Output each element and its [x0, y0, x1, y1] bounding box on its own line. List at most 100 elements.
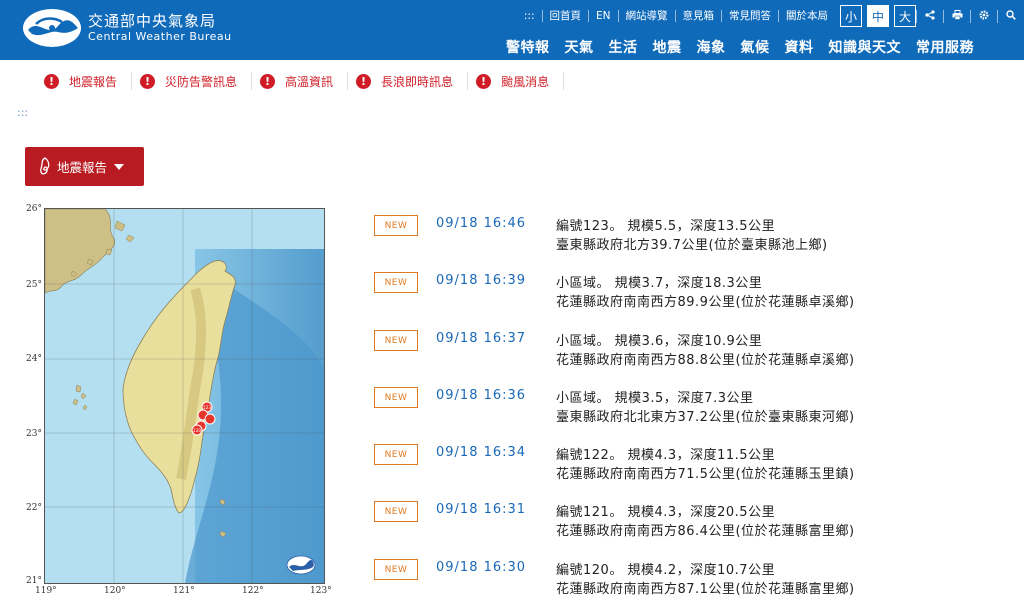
alert-label: 地震報告	[69, 74, 118, 89]
report-time[interactable]: 09/18 16:31	[436, 502, 526, 517]
alert-exclamation-icon: !	[140, 73, 156, 89]
nav-warnings[interactable]: 警特報	[506, 37, 550, 57]
alert-long-wave[interactable]: ! 長浪即時訊息	[348, 72, 469, 90]
new-badge: NEW	[374, 386, 418, 408]
earthquake-report-list: NEW 09/18 16:46 編號123。 規模5.5，深度13.5公里 臺東…	[374, 212, 1014, 613]
alert-bar: ! 地震報告 ! 災防告警訊息 ! 高溫資訊 ! 長浪即時訊息 ! 颱風消息	[36, 70, 565, 92]
lat-tick: 23°	[26, 429, 42, 439]
alert-typhoon[interactable]: ! 颱風消息	[468, 72, 565, 90]
new-badge: NEW	[374, 329, 418, 351]
report-magnitude[interactable]: 小區域。 規模3.6，深度10.9公里	[556, 330, 762, 349]
report-magnitude[interactable]: 小區域。 規模3.7，深度18.3公里	[556, 272, 762, 291]
lon-tick: 121°	[173, 586, 195, 596]
report-magnitude[interactable]: 編號121。 規模4.3，深度20.5公里	[556, 501, 775, 520]
report-magnitude[interactable]: 編號123。 規模5.5，深度13.5公里	[556, 215, 775, 234]
lon-tick: 123°	[310, 586, 332, 596]
report-location[interactable]: 臺東縣政府北方39.7公里(位於臺東縣池上鄉)	[556, 234, 828, 253]
lat-tick: 25°	[26, 280, 42, 290]
list-item[interactable]: NEW 09/18 16:46 編號123。 規模5.5，深度13.5公里 臺東…	[374, 212, 1014, 269]
new-badge: NEW	[374, 272, 418, 294]
font-size-medium-button[interactable]: 中	[867, 5, 889, 27]
nav-earthquake[interactable]: 地震	[653, 37, 682, 57]
report-magnitude[interactable]: 小區域。 規模3.5，深度7.3公里	[556, 387, 753, 406]
report-location[interactable]: 花蓮縣政府南南西方71.5公里(位於花蓮縣玉里鎮)	[556, 463, 855, 482]
utility-sitemap-link[interactable]: 網站導覽	[617, 10, 675, 22]
section-label: 地震報告	[57, 160, 108, 175]
report-time[interactable]: 09/18 16:46	[436, 216, 526, 231]
list-item[interactable]: NEW 09/18 16:36 小區域。 規模3.5，深度7.3公里 臺東縣政府…	[374, 384, 1014, 441]
search-icon[interactable]	[997, 9, 1024, 23]
utility-faq-link[interactable]: 常見問答	[721, 10, 778, 22]
report-time[interactable]: 09/18 16:39	[436, 273, 526, 288]
lon-tick: 122°	[242, 586, 264, 596]
alert-disaster-warning[interactable]: ! 災防告警訊息	[132, 72, 253, 90]
list-item[interactable]: NEW 09/18 16:31 編號121。 規模4.3，深度20.5公里 花蓮…	[374, 498, 1014, 555]
list-item[interactable]: NEW 09/18 16:34 編號122。 規模4.3，深度11.5公里 花蓮…	[374, 441, 1014, 498]
lat-tick: 21°	[26, 576, 42, 586]
alert-high-temperature[interactable]: ! 高溫資訊	[252, 72, 349, 90]
alert-label: 高溫資訊	[285, 74, 334, 89]
new-badge: NEW	[374, 215, 418, 236]
list-item[interactable]: NEW 09/18 16:30 編號120。 規模4.2，深度10.7公里 花蓮…	[374, 556, 1014, 613]
earthquake-map[interactable]: 26° 25° 24° 23° 22° 21° 119° 120° 121° 1…	[24, 202, 344, 612]
new-badge: NEW	[374, 501, 418, 523]
main-nav: 警特報 天氣 生活 地震 海象 氣候 資料 知識與天文 常用服務	[491, 37, 974, 57]
report-time[interactable]: 09/18 16:37	[436, 331, 526, 346]
report-location[interactable]: 花蓮縣政府南南西方87.1公里(位於花蓮縣富里鄉)	[556, 578, 855, 597]
marker-label: 123	[203, 405, 212, 411]
report-location[interactable]: 花蓮縣政府南南西方88.8公里(位於花蓮縣卓溪鄉)	[556, 349, 855, 368]
list-item[interactable]: NEW 09/18 16:37 小區域。 規模3.6，深度10.9公里 花蓮縣政…	[374, 327, 1014, 384]
gear-icon[interactable]	[970, 9, 997, 23]
alert-label: 長浪即時訊息	[381, 74, 454, 89]
chevron-down-icon	[114, 163, 125, 170]
font-size-large-button[interactable]: 大	[894, 5, 916, 27]
cwb-watermark-icon	[286, 555, 316, 575]
alert-earthquake-report[interactable]: ! 地震報告	[36, 72, 133, 90]
lon-tick: 120°	[104, 586, 126, 596]
section-dropdown-button[interactable]: 地震報告	[25, 147, 144, 186]
nav-life[interactable]: 生活	[609, 37, 638, 57]
lon-tick: 119°	[35, 586, 57, 596]
report-location[interactable]: 花蓮縣政府南南西方89.9公里(位於花蓮縣卓溪鄉)	[556, 291, 855, 310]
site-header: 交通部中央氣象局 Central Weather Bureau ::: 回首頁 …	[0, 0, 1024, 60]
font-size-small-button[interactable]: 小	[840, 5, 862, 27]
share-icon[interactable]	[916, 9, 943, 23]
nav-climate[interactable]: 氣候	[741, 37, 770, 57]
alert-label: 災防告警訊息	[165, 74, 238, 89]
list-item[interactable]: NEW 09/18 16:39 小區域。 規模3.7，深度18.3公里 花蓮縣政…	[374, 269, 1014, 326]
brand-name-en[interactable]: Central Weather Bureau	[88, 30, 232, 43]
new-badge: NEW	[374, 444, 418, 466]
alert-exclamation-icon: !	[356, 73, 372, 89]
lat-tick: 22°	[26, 503, 42, 513]
utility-home-link[interactable]: 回首頁	[541, 10, 589, 22]
alert-exclamation-icon: !	[44, 73, 59, 89]
utility-about-link[interactable]: 關於本局	[778, 10, 835, 22]
lat-tick: 24°	[26, 354, 42, 364]
nav-marine[interactable]: 海象	[697, 37, 726, 57]
report-location[interactable]: 臺東縣政府北北東方37.2公里(位於臺東縣東河鄉)	[556, 406, 855, 425]
nav-services[interactable]: 常用服務	[916, 37, 974, 57]
report-time[interactable]: 09/18 16:30	[436, 560, 526, 575]
nav-knowledge-astronomy[interactable]: 知識與天文	[829, 37, 902, 57]
utility-feedback-link[interactable]: 意見箱	[674, 10, 722, 22]
utility-accesskey[interactable]: :::	[517, 10, 542, 22]
alert-exclamation-icon: !	[476, 73, 492, 89]
report-location[interactable]: 花蓮縣政府南南西方86.4公里(位於花蓮縣富里鄉)	[556, 520, 855, 539]
report-time[interactable]: 09/18 16:36	[436, 388, 526, 403]
report-magnitude[interactable]: 編號122。 規模4.3，深度11.5公里	[556, 444, 775, 463]
nav-weather[interactable]: 天氣	[565, 37, 594, 57]
utility-english-link[interactable]: EN	[588, 10, 618, 22]
utility-bar: ::: 回首頁 EN 網站導覽 意見箱 常見問答 關於本局 小 中 大	[517, 4, 1024, 28]
nav-data[interactable]: 資料	[785, 37, 814, 57]
content-accesskey[interactable]: :::	[17, 106, 28, 119]
lat-tick: 26°	[26, 204, 42, 214]
brand-name-zh[interactable]: 交通部中央氣象局	[88, 10, 216, 31]
cwb-logo-icon[interactable]	[22, 8, 82, 48]
report-time[interactable]: 09/18 16:34	[436, 445, 526, 460]
report-magnitude[interactable]: 編號120。 規模4.2，深度10.7公里	[556, 559, 775, 578]
marker-label: 120	[193, 428, 202, 434]
map-frame: 123 120	[44, 208, 325, 584]
print-icon[interactable]	[943, 9, 970, 23]
earthquake-icon	[40, 156, 50, 174]
epicenter-marker[interactable]	[204, 413, 216, 425]
